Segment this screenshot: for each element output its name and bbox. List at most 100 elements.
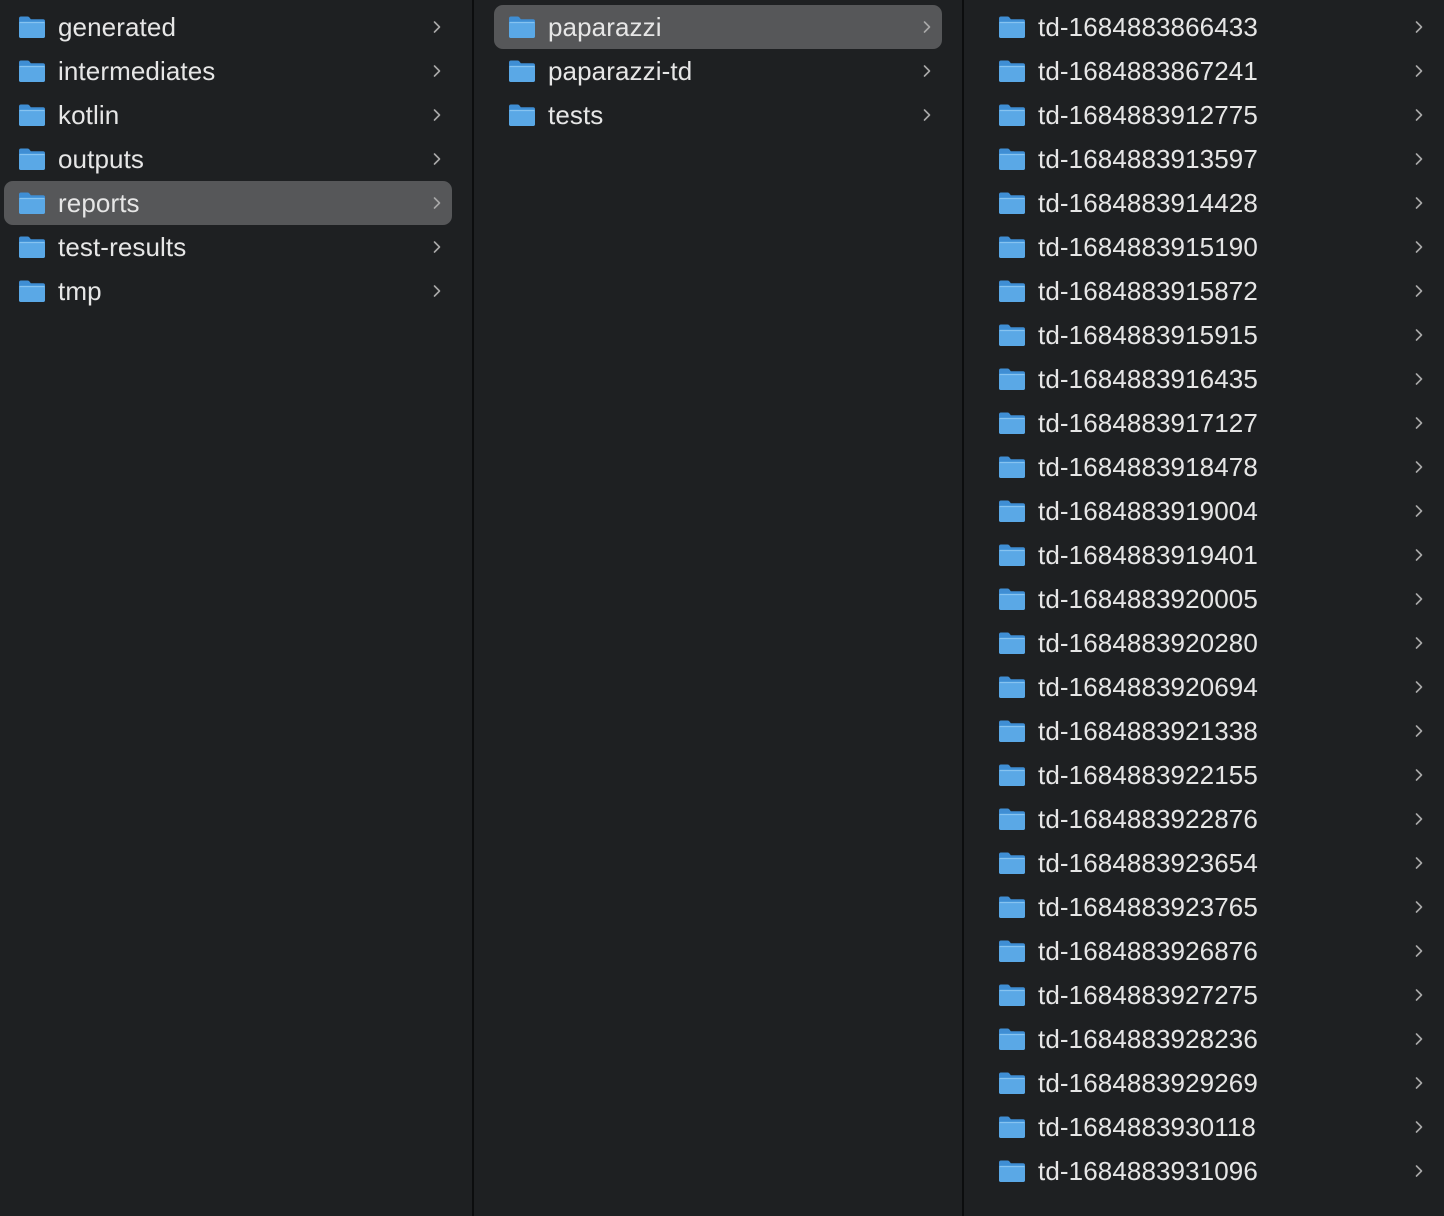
- folder-icon: [999, 500, 1025, 522]
- chevron-right-icon: [1415, 945, 1423, 957]
- folder-icon: [19, 148, 45, 170]
- chevron-right-icon: [1415, 769, 1423, 781]
- folder-row[interactable]: td-1684883920005: [984, 577, 1434, 621]
- folder-row[interactable]: paparazzi-td: [494, 49, 942, 93]
- folder-icon: [999, 16, 1025, 38]
- folder-icon: [999, 456, 1025, 478]
- folder-row[interactable]: paparazzi: [494, 5, 942, 49]
- folder-name: td-1684883927275: [1038, 979, 1258, 1010]
- folder-row[interactable]: td-1684883922155: [984, 753, 1434, 797]
- folder-icon: [999, 764, 1025, 786]
- chevron-right-icon: [433, 241, 441, 253]
- folder-icon: [999, 940, 1025, 962]
- folder-row[interactable]: td-1684883929269: [984, 1061, 1434, 1105]
- folder-row[interactable]: outputs: [4, 137, 452, 181]
- folder-row[interactable]: td-1684883926876: [984, 929, 1434, 973]
- chevron-right-icon: [1415, 1165, 1423, 1177]
- chevron-right-icon: [923, 109, 931, 121]
- folder-row[interactable]: test-results: [4, 225, 452, 269]
- folder-icon: [19, 16, 45, 38]
- chevron-right-icon: [1415, 373, 1423, 385]
- folder-name: td-1684883866433: [1038, 11, 1258, 42]
- folder-row[interactable]: td-1684883922876: [984, 797, 1434, 841]
- folder-icon: [19, 236, 45, 258]
- folder-row[interactable]: td-1684883915872: [984, 269, 1434, 313]
- folder-name: outputs: [58, 143, 144, 174]
- folder-row[interactable]: td-1684883923765: [984, 885, 1434, 929]
- chevron-right-icon: [1415, 1033, 1423, 1045]
- chevron-right-icon: [1415, 813, 1423, 825]
- folder-row[interactable]: tmp: [4, 269, 452, 313]
- folder-row[interactable]: td-1684883915915: [984, 313, 1434, 357]
- folder-name: reports: [58, 187, 140, 218]
- folder-name: test-results: [58, 231, 187, 262]
- folder-row[interactable]: td-1684883867241: [984, 49, 1434, 93]
- folder-row[interactable]: td-1684883912775: [984, 93, 1434, 137]
- folder-name: td-1684883920005: [1038, 583, 1258, 614]
- folder-icon: [999, 368, 1025, 390]
- folder-row[interactable]: intermediates: [4, 49, 452, 93]
- folder-icon: [999, 1160, 1025, 1182]
- folder-row[interactable]: td-1684883928236: [984, 1017, 1434, 1061]
- folder-row[interactable]: td-1684883930118: [984, 1105, 1434, 1149]
- chevron-right-icon: [1415, 21, 1423, 33]
- folder-row[interactable]: td-1684883915190: [984, 225, 1434, 269]
- folder-name: td-1684883928236: [1038, 1023, 1258, 1054]
- folder-row[interactable]: reports: [4, 181, 452, 225]
- folder-icon: [999, 148, 1025, 170]
- folder-icon: [999, 808, 1025, 830]
- folder-row[interactable]: td-1684883920694: [984, 665, 1434, 709]
- folder-row[interactable]: td-1684883919401: [984, 533, 1434, 577]
- folder-row[interactable]: generated: [4, 5, 452, 49]
- chevron-right-icon: [1415, 197, 1423, 209]
- folder-name: kotlin: [58, 99, 120, 130]
- folder-row[interactable]: td-1684883927275: [984, 973, 1434, 1017]
- chevron-right-icon: [433, 65, 441, 77]
- folder-icon: [19, 280, 45, 302]
- folder-name: intermediates: [58, 55, 216, 86]
- folder-icon: [999, 236, 1025, 258]
- chevron-right-icon: [923, 65, 931, 77]
- chevron-right-icon: [433, 21, 441, 33]
- folder-name: td-1684883919401: [1038, 539, 1258, 570]
- folder-row[interactable]: td-1684883918478: [984, 445, 1434, 489]
- folder-icon: [999, 720, 1025, 742]
- chevron-right-icon: [1415, 461, 1423, 473]
- chevron-right-icon: [1415, 505, 1423, 517]
- chevron-right-icon: [1415, 681, 1423, 693]
- folder-icon: [999, 1116, 1025, 1138]
- chevron-right-icon: [1415, 65, 1423, 77]
- chevron-right-icon: [1415, 637, 1423, 649]
- column-2[interactable]: paparazzi paparazzi-td tests: [474, 0, 962, 1216]
- folder-list: generated intermediates kotlin outputs repor…: [4, 5, 452, 313]
- folder-list: td-1684883866433 td-1684883867241 td-16848…: [984, 5, 1434, 1193]
- folder-name: generated: [58, 11, 177, 42]
- chevron-right-icon: [923, 21, 931, 33]
- chevron-right-icon: [1415, 1121, 1423, 1133]
- folder-row[interactable]: td-1684883866433: [984, 5, 1434, 49]
- folder-row[interactable]: td-1684883916435: [984, 357, 1434, 401]
- folder-row[interactable]: tests: [494, 93, 942, 137]
- folder-row[interactable]: td-1684883919004: [984, 489, 1434, 533]
- folder-name: td-1684883930118: [1038, 1111, 1256, 1142]
- chevron-right-icon: [1415, 153, 1423, 165]
- folder-row[interactable]: td-1684883920280: [984, 621, 1434, 665]
- folder-icon: [999, 852, 1025, 874]
- folder-name: td-1684883915915: [1038, 319, 1258, 350]
- folder-name: tests: [548, 99, 604, 130]
- column-3[interactable]: td-1684883866433 td-1684883867241 td-16848…: [964, 0, 1444, 1216]
- chevron-right-icon: [1415, 109, 1423, 121]
- folder-icon: [999, 632, 1025, 654]
- folder-row[interactable]: td-1684883921338: [984, 709, 1434, 753]
- folder-row[interactable]: td-1684883913597: [984, 137, 1434, 181]
- folder-list: paparazzi paparazzi-td tests: [494, 5, 942, 137]
- folder-row[interactable]: td-1684883917127: [984, 401, 1434, 445]
- folder-row[interactable]: td-1684883914428: [984, 181, 1434, 225]
- folder-icon: [999, 280, 1025, 302]
- folder-icon: [999, 984, 1025, 1006]
- folder-icon: [999, 104, 1025, 126]
- folder-row[interactable]: kotlin: [4, 93, 452, 137]
- folder-row[interactable]: td-1684883931096: [984, 1149, 1434, 1193]
- folder-row[interactable]: td-1684883923654: [984, 841, 1434, 885]
- column-1[interactable]: generated intermediates kotlin outputs repor…: [0, 0, 472, 1216]
